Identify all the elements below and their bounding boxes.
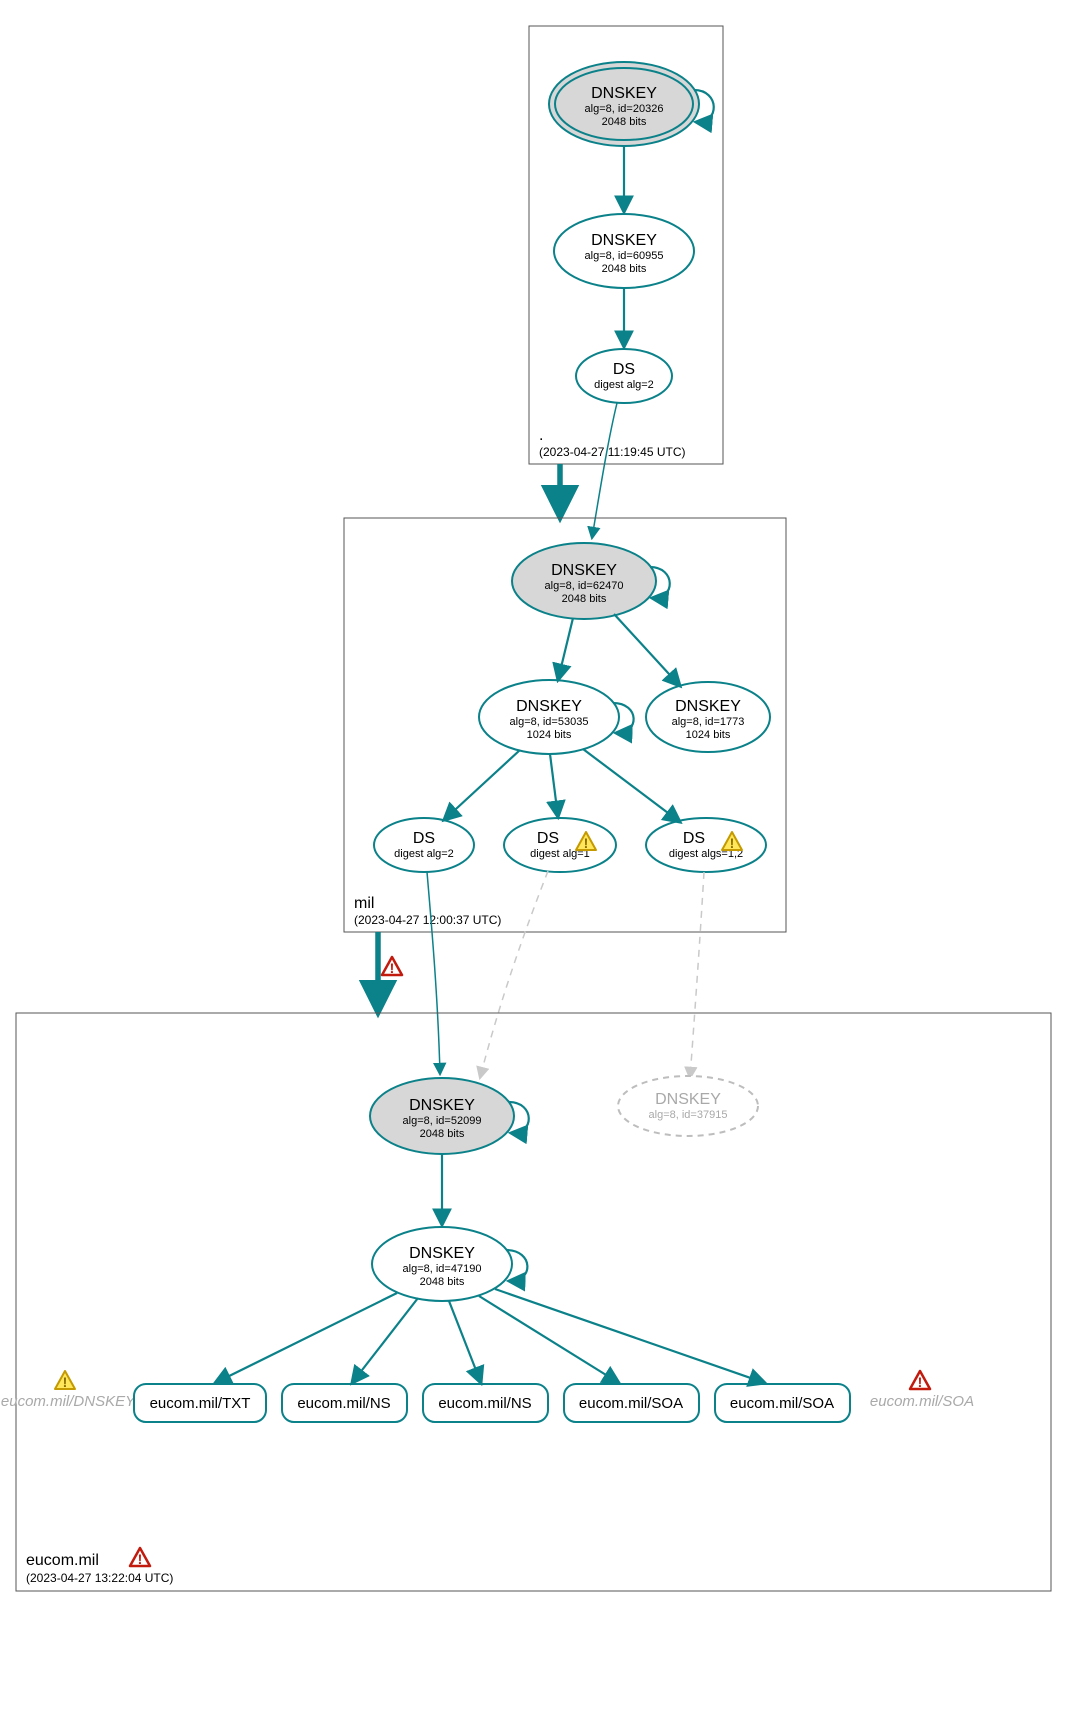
edge-mil-zsk-ds3 [583,749,680,822]
svg-text:!: ! [730,835,735,851]
node-root-ksk[interactable]: DNSKEY alg=8, id=20326 2048 bits [549,62,699,146]
node-mil-ds3[interactable]: DS digest algs=1,2 ! [646,818,766,872]
svg-text:alg=8, id=52099: alg=8, id=52099 [403,1115,482,1127]
svg-text:DNSKEY: DNSKEY [675,698,741,715]
zone-eucom-time: (2023-04-27 13:22:04 UTC) [26,1571,173,1585]
svg-text:alg=8, id=47190: alg=8, id=47190 [403,1263,482,1275]
edge-zsk-soa2 [495,1289,765,1383]
svg-text:eucom.mil/SOA: eucom.mil/SOA [870,1393,974,1410]
svg-text:alg=8, id=1773: alg=8, id=1773 [672,716,745,728]
svg-text:DS: DS [683,830,705,847]
rrset-soa2[interactable]: eucom.mil/SOA [715,1384,850,1422]
svg-text:1024 bits: 1024 bits [686,729,731,741]
svg-text:!: ! [138,1551,143,1567]
rrset-ns1[interactable]: eucom.mil/NS [282,1384,407,1422]
node-mil-zsk[interactable]: DNSKEY alg=8, id=53035 1024 bits [479,680,619,754]
node-mil-ds1[interactable]: DS digest alg=2 [374,818,474,872]
svg-text:2048 bits: 2048 bits [420,1276,465,1288]
zone-eucom: eucom.mil ! (2023-04-27 13:22:04 UTC) DN… [1,1013,1051,1591]
svg-text:1024 bits: 1024 bits [527,729,572,741]
svg-text:eucom.mil/SOA: eucom.mil/SOA [579,1395,683,1412]
svg-text:DNSKEY: DNSKEY [591,232,657,249]
zone-mil-time: (2023-04-27 12:00:37 UTC) [354,913,501,927]
rrset-txt[interactable]: eucom.mil/TXT [134,1384,266,1422]
dnssec-graph: . (2023-04-27 11:19:45 UTC) DNSKEY alg=8… [0,0,1067,1715]
svg-text:alg=8, id=53035: alg=8, id=53035 [510,716,589,728]
svg-text:digest alg=2: digest alg=2 [594,379,654,391]
svg-text:!: ! [918,1374,923,1390]
svg-text:alg=8, id=60955: alg=8, id=60955 [585,250,664,262]
svg-text:DS: DS [413,830,435,847]
svg-text:DNSKEY: DNSKEY [409,1245,475,1262]
zone-eucom-name: eucom.mil [26,1552,99,1569]
svg-text:DS: DS [537,830,559,847]
error-icon: ! [382,957,402,976]
node-eucom-ghost[interactable]: DNSKEY alg=8, id=37915 [618,1076,758,1136]
rrset-ns2[interactable]: eucom.mil/NS [423,1384,548,1422]
edge-mil-ds2-eucom-ksk [480,871,548,1078]
zone-root-time: (2023-04-27 11:19:45 UTC) [539,445,686,459]
svg-text:alg=8, id=37915: alg=8, id=37915 [649,1109,728,1121]
node-root-ds[interactable]: DS digest alg=2 [576,349,672,403]
node-mil-ksk[interactable]: DNSKEY alg=8, id=62470 2048 bits [512,543,656,619]
svg-text:DS: DS [613,361,635,378]
zone-mil: mil (2023-04-27 12:00:37 UTC) DNSKEY alg… [344,518,786,932]
svg-text:DNSKEY: DNSKEY [516,698,582,715]
node-root-zsk[interactable]: DNSKEY alg=8, id=60955 2048 bits [554,214,694,288]
warning-icon: ! [55,1371,75,1390]
svg-text:eucom.mil/SOA: eucom.mil/SOA [730,1395,834,1412]
edge-mil-ksk-zsk2 [614,614,680,686]
svg-text:2048 bits: 2048 bits [420,1128,465,1140]
error-icon: ! [130,1548,150,1567]
zone-root-name: . [539,427,543,444]
rrset-soa-error[interactable]: ! eucom.mil/SOA [870,1371,974,1410]
error-icon: ! [910,1371,930,1390]
zone-mil-name: mil [354,895,374,912]
svg-text:eucom.mil/NS: eucom.mil/NS [438,1395,531,1412]
edge-mil-zsk-ds1 [444,750,520,820]
edge-mil-ds1-eucom-ksk [427,872,440,1074]
svg-text:!: ! [63,1374,68,1390]
svg-text:DNSKEY: DNSKEY [409,1097,475,1114]
edge-zsk-txt [215,1293,397,1383]
svg-text:!: ! [390,960,395,976]
svg-text:eucom.mil/TXT: eucom.mil/TXT [150,1395,251,1412]
svg-text:eucom.mil/NS: eucom.mil/NS [297,1395,390,1412]
edge-mil-ksk-zsk [558,618,573,680]
edge-zsk-soa1 [479,1296,619,1383]
svg-text:2048 bits: 2048 bits [602,263,647,275]
node-eucom-ksk[interactable]: DNSKEY alg=8, id=52099 2048 bits [370,1078,514,1154]
node-eucom-zsk[interactable]: DNSKEY alg=8, id=47190 2048 bits [372,1227,512,1301]
node-mil-ds2[interactable]: DS digest alg=1 ! [504,818,616,872]
rrset-dnskey[interactable]: ! eucom.mil/DNSKEY [1,1371,136,1410]
svg-text:2048 bits: 2048 bits [562,593,607,605]
svg-text:alg=8, id=62470: alg=8, id=62470 [545,580,624,592]
svg-text:DNSKEY: DNSKEY [591,85,657,102]
svg-text:!: ! [584,835,589,851]
edge-zsk-ns2 [449,1301,481,1383]
edge-mil-ds3-eucom-ghost [690,872,704,1078]
svg-text:eucom.mil/DNSKEY: eucom.mil/DNSKEY [1,1393,136,1410]
zone-root: . (2023-04-27 11:19:45 UTC) DNSKEY alg=8… [529,26,723,464]
svg-text:digest alg=2: digest alg=2 [394,848,454,860]
rrset-soa1[interactable]: eucom.mil/SOA [564,1384,699,1422]
svg-text:alg=8, id=20326: alg=8, id=20326 [585,103,664,115]
svg-text:2048 bits: 2048 bits [602,116,647,128]
svg-text:DNSKEY: DNSKEY [655,1091,721,1108]
edge-mil-zsk-ds2 [550,754,558,817]
svg-text:DNSKEY: DNSKEY [551,562,617,579]
node-mil-zsk2[interactable]: DNSKEY alg=8, id=1773 1024 bits [646,682,770,752]
